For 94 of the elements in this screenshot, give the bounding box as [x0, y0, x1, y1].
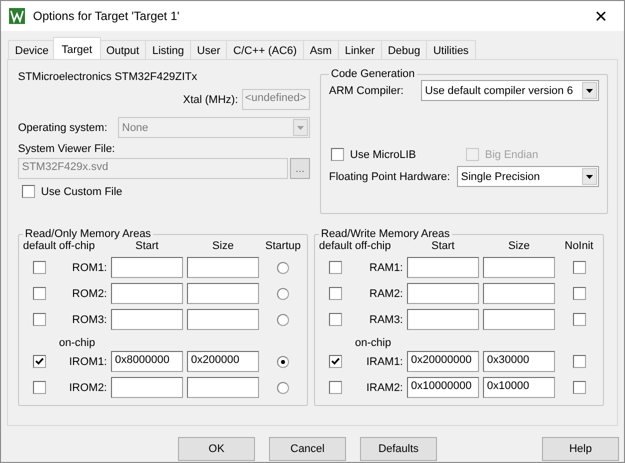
size-field[interactable] [483, 309, 555, 330]
size-field[interactable] [483, 283, 555, 304]
start-address-field[interactable] [407, 309, 479, 330]
section-label: on-chip [355, 337, 392, 349]
default-checkbox[interactable] [328, 381, 342, 394]
startup-radio[interactable] [277, 356, 289, 368]
xtal-field[interactable]: <undefined> [242, 89, 310, 110]
browse-button[interactable]: ... [290, 158, 310, 179]
tab[interactable]: Debug [380, 40, 428, 59]
start-address-field[interactable] [111, 257, 183, 278]
size-field[interactable] [187, 377, 259, 398]
tab[interactable]: Utilities [426, 40, 476, 59]
default-checkbox[interactable] [32, 313, 46, 326]
memory-label: RAM1: [368, 262, 403, 274]
size-field[interactable]: 0x10000 [483, 377, 555, 398]
default-checkbox[interactable] [328, 287, 342, 300]
section-label: on-chip [59, 337, 96, 349]
column-header: default [319, 240, 351, 252]
checkbox[interactable] [22, 185, 35, 198]
startup-radio[interactable] [277, 262, 289, 274]
column-header: Start [430, 240, 456, 252]
close-button[interactable]: ✕ [578, 1, 624, 31]
memory-label: ROM2: [71, 288, 107, 300]
size-field[interactable] [187, 309, 259, 330]
dialog-button[interactable]: Defaults [360, 437, 437, 461]
default-checkbox[interactable] [328, 313, 342, 326]
start-address-field[interactable] [111, 377, 183, 398]
noinit-checkbox[interactable] [572, 355, 586, 368]
app-logo-icon [9, 8, 25, 24]
start-address-field[interactable]: 0x8000000 [111, 351, 183, 372]
memory-label: RAM3: [368, 314, 403, 326]
noinit-checkbox[interactable] [572, 313, 586, 326]
field-label: System Viewer File: [18, 143, 116, 155]
field-label: Operating system: [18, 122, 108, 134]
checkbox[interactable] [331, 148, 344, 161]
dialog-button[interactable]: OK [178, 437, 255, 461]
start-address-field[interactable] [111, 283, 183, 304]
noinit-checkbox[interactable] [572, 287, 586, 300]
noinit-checkbox[interactable] [572, 381, 586, 394]
default-checkbox[interactable] [32, 381, 46, 394]
column-header: Size [507, 240, 531, 252]
group-title: Read/Only Memory Areas [24, 228, 152, 240]
memory-label: ROM3: [71, 314, 107, 326]
memory-label: RAM2: [368, 288, 403, 300]
size-field[interactable]: 0x30000 [483, 351, 555, 372]
tab[interactable]: Device [8, 40, 56, 59]
size-field[interactable] [483, 257, 555, 278]
column-header: Size [211, 240, 235, 252]
dialog-button[interactable]: Cancel [269, 437, 346, 461]
field-label: ARM Compiler: [329, 84, 404, 96]
compiler-dropdown[interactable]: Use default compiler version 6 [421, 80, 599, 101]
tab[interactable]: Listing [145, 40, 192, 59]
tab[interactable]: C/C++ (AC6) [226, 40, 304, 59]
startup-radio[interactable] [277, 288, 289, 300]
tab[interactable]: Target [52, 37, 102, 59]
start-address-field[interactable] [407, 257, 479, 278]
start-address-field[interactable]: 0x10000000 [407, 377, 479, 398]
default-checkbox[interactable] [32, 261, 46, 274]
memory-label: IRAM2: [365, 382, 403, 394]
size-field[interactable]: 0x200000 [187, 351, 259, 372]
checkbox-label: Use Custom File [41, 186, 122, 198]
checkbox-label: Big Endian [485, 148, 538, 160]
startup-radio[interactable] [277, 314, 289, 326]
default-checkbox[interactable] [328, 261, 342, 274]
column-header: Start [134, 240, 160, 252]
group-title: Read/Write Memory Areas [320, 228, 451, 240]
fpu-dropdown[interactable]: Single Precision [457, 166, 599, 187]
memory-label: IROM2: [68, 382, 107, 394]
dialog-button[interactable]: Help [542, 437, 619, 461]
noinit-checkbox[interactable] [572, 261, 586, 274]
memory-label: IROM1: [68, 356, 107, 368]
field-label: Xtal (MHz): [183, 94, 238, 106]
startup-radio[interactable] [277, 382, 289, 394]
size-field[interactable] [187, 283, 259, 304]
column-header: off-chip [355, 240, 392, 252]
default-checkbox[interactable] [328, 355, 342, 368]
memory-label: IRAM1: [365, 356, 403, 368]
window-title: Options for Target 'Target 1' [33, 9, 180, 23]
column-header: off-chip [59, 240, 96, 252]
default-checkbox[interactable] [32, 355, 46, 368]
device-name: STMicroelectronics STM32F429ZITx [18, 71, 198, 83]
start-address-field[interactable] [111, 309, 183, 330]
checkbox-label: Use MicroLIB [350, 148, 418, 160]
column-header: Startup [264, 240, 302, 252]
column-header: default [23, 240, 55, 252]
tab[interactable]: Output [99, 40, 146, 59]
column-header: NoInit [564, 240, 594, 252]
start-address-field[interactable]: 0x20000000 [407, 351, 479, 372]
start-address-field[interactable] [407, 283, 479, 304]
group-title: Code Generation [330, 68, 416, 80]
memory-label: ROM1: [71, 262, 107, 274]
default-checkbox[interactable] [32, 287, 46, 300]
field-label: Floating Point Hardware: [329, 170, 450, 182]
size-field[interactable] [187, 257, 259, 278]
